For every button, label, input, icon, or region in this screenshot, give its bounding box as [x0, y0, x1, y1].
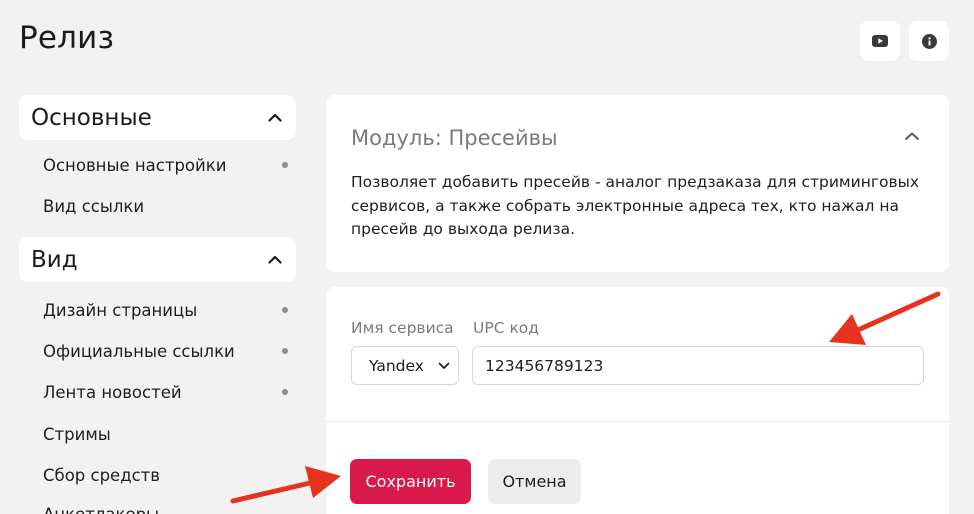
- upc-input[interactable]: [472, 346, 924, 385]
- sidebar-item-label: Сбор средств: [43, 465, 161, 485]
- chevron-up-icon: [268, 113, 282, 122]
- app-root: Релиз Основные Основные настройки Вид сс…: [0, 0, 974, 514]
- sidebar-item-page-design[interactable]: Дизайн страницы: [43, 295, 288, 325]
- status-dot: [282, 162, 288, 168]
- chevron-down-icon: [438, 362, 450, 369]
- sidebar-item-fundraising[interactable]: Сбор средств: [43, 460, 288, 490]
- sidebar-item-label: Анкетлакеры: [43, 504, 160, 514]
- status-dot: [282, 348, 288, 354]
- sidebar-item-link-view[interactable]: Вид ссылки: [43, 191, 288, 221]
- upc-label: UPC код: [473, 319, 540, 337]
- cancel-button[interactable]: Отмена: [488, 459, 581, 504]
- youtube-icon: [872, 35, 888, 47]
- sidebar-item-main-settings[interactable]: Основные настройки: [43, 150, 288, 180]
- status-dot: [282, 307, 288, 313]
- presave-form-card: Имя сервиса UPC код Yandex Сохранить Отм…: [326, 287, 949, 514]
- service-label: Имя сервиса: [351, 319, 454, 337]
- service-select-value: Yandex: [369, 356, 424, 375]
- sidebar-item-label: Стримы: [43, 424, 111, 444]
- sidebar-item-truncated[interactable]: Анкетлакеры: [43, 499, 288, 514]
- sidebar-item-label: Основные настройки: [43, 155, 227, 175]
- page-title: Релиз: [19, 20, 115, 56]
- sidebar-group-view[interactable]: Вид: [19, 237, 296, 282]
- sidebar-group-label: Основные: [31, 104, 152, 131]
- youtube-button[interactable]: [860, 21, 900, 61]
- form-divider: [326, 421, 949, 422]
- module-title: Модуль: Пресейвы: [351, 126, 558, 150]
- sidebar-item-label: Официальные ссылки: [43, 341, 235, 361]
- module-card: Модуль: Пресейвы Позволяет добавить прес…: [326, 95, 949, 272]
- service-select[interactable]: Yandex: [351, 346, 459, 385]
- info-button[interactable]: [909, 21, 949, 61]
- sidebar-item-streams[interactable]: Стримы: [43, 419, 288, 449]
- sidebar-item-news-feed[interactable]: Лента новостей: [43, 377, 288, 407]
- module-description: Позволяет добавить пресейв - аналог пред…: [351, 173, 919, 238]
- chevron-up-icon: [268, 255, 282, 264]
- sidebar-group-label: Вид: [31, 246, 78, 273]
- info-icon: [921, 33, 937, 49]
- sidebar-group-main[interactable]: Основные: [19, 95, 296, 140]
- sidebar-item-label: Лента новостей: [43, 382, 182, 402]
- chevron-up-icon[interactable]: [904, 131, 920, 141]
- save-button[interactable]: Сохранить: [350, 459, 471, 504]
- sidebar-item-label: Дизайн страницы: [43, 300, 198, 320]
- sidebar-item-official-links[interactable]: Официальные ссылки: [43, 336, 288, 366]
- status-dot: [282, 389, 288, 395]
- sidebar-item-label: Вид ссылки: [43, 196, 145, 216]
